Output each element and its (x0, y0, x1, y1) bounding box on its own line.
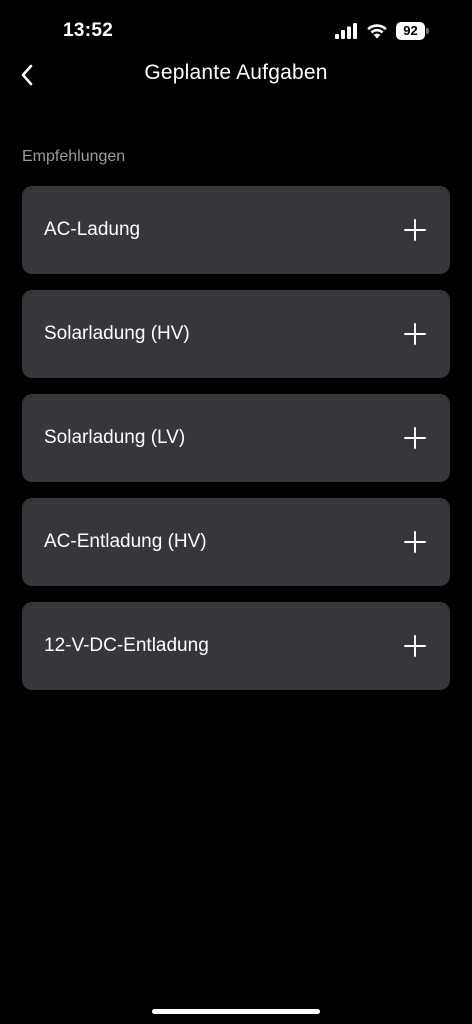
list-item-ac-discharging-hv[interactable]: AC-Entladung (HV) (22, 498, 450, 586)
list-item-label: AC-Ladung (44, 219, 141, 240)
list-item-solar-charging-hv[interactable]: Solarladung (HV) (22, 290, 450, 378)
list-item-label: Solarladung (LV) (44, 427, 186, 448)
list-item-12v-dc-discharging[interactable]: 12-V-DC-Entladung (22, 602, 450, 690)
battery-cap (426, 28, 429, 34)
list-item-label: 12-V-DC-Entladung (44, 635, 209, 656)
battery-icon: 92 (396, 22, 430, 40)
plus-icon[interactable] (404, 531, 426, 553)
plus-icon[interactable] (404, 427, 426, 449)
plus-icon[interactable] (404, 323, 426, 345)
home-indicator[interactable] (152, 1009, 320, 1014)
status-time: 13:52 (63, 20, 114, 41)
section-label: Empfehlungen (22, 148, 126, 165)
plus-icon[interactable] (404, 635, 426, 657)
list-item-ac-charging[interactable]: AC-Ladung (22, 186, 450, 274)
battery-level: 92 (396, 22, 425, 40)
signal-icon (335, 23, 357, 39)
nav-bar: Geplante Aufgaben (0, 50, 472, 96)
wifi-icon (367, 24, 387, 39)
plus-icon[interactable] (404, 219, 426, 241)
list-item-label: Solarladung (HV) (44, 323, 190, 344)
list-item-solar-charging-lv[interactable]: Solarladung (LV) (22, 394, 450, 482)
list-item-label: AC-Entladung (HV) (44, 531, 207, 552)
recommendation-list: AC-Ladung Solarladung (HV) Solarladung (… (22, 186, 450, 706)
page-title: Geplante Aufgaben (144, 61, 328, 84)
